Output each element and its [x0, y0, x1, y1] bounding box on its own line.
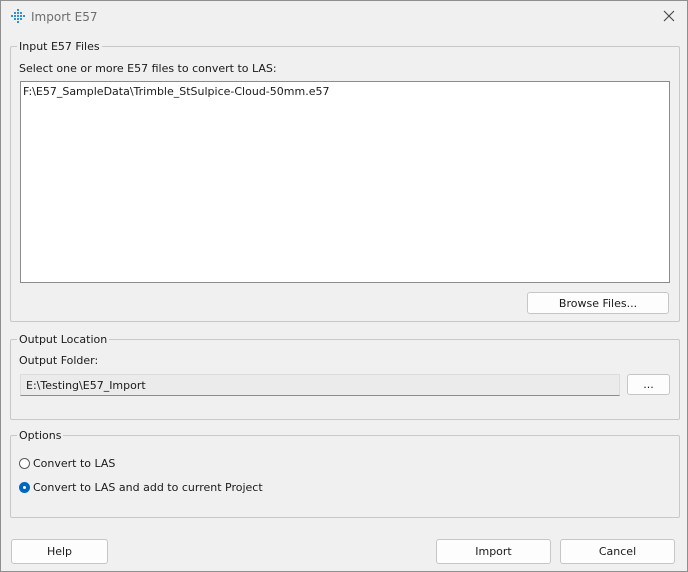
browse-folder-button[interactable]: ...	[627, 374, 670, 395]
input-files-instruction: Select one or more E57 files to convert …	[19, 62, 277, 75]
output-folder-label: Output Folder:	[19, 354, 99, 367]
cancel-button[interactable]: Cancel	[560, 539, 675, 564]
radio-convert-and-add[interactable]: Convert to LAS and add to current Projec…	[19, 481, 263, 494]
list-item[interactable]: F:\E57_SampleData\Trimble_StSulpice-Clou…	[23, 85, 329, 98]
close-icon	[663, 10, 675, 22]
close-button[interactable]	[657, 5, 681, 27]
options-legend: Options	[17, 429, 64, 442]
browse-files-button[interactable]: Browse Files...	[527, 292, 669, 314]
help-button[interactable]: Help	[11, 539, 108, 564]
radio-convert-add-label: Convert to LAS and add to current Projec…	[33, 481, 263, 494]
input-files-legend: Input E57 Files	[17, 40, 102, 53]
file-listbox[interactable]: F:\E57_SampleData\Trimble_StSulpice-Clou…	[20, 81, 670, 283]
output-folder-field[interactable]: E:\Testing\E57_Import	[20, 374, 620, 396]
title-bar: Import E57	[1, 1, 687, 32]
radio-button[interactable]	[19, 458, 30, 469]
import-e57-dialog: Import E57 Input E57 Files Select one or…	[0, 0, 688, 572]
output-location-group: Output Location Output Folder: E:\Testin…	[10, 333, 680, 420]
radio-convert-to-las[interactable]: Convert to LAS	[19, 457, 115, 470]
import-button[interactable]: Import	[436, 539, 551, 564]
window-title: Import E57	[31, 10, 98, 24]
e57-import-icon	[10, 8, 26, 24]
output-location-legend: Output Location	[17, 333, 110, 346]
radio-button-selected[interactable]	[19, 482, 30, 493]
radio-convert-label: Convert to LAS	[33, 457, 116, 470]
input-files-group: Input E57 Files Select one or more E57 f…	[10, 40, 680, 322]
options-group: Options Convert to LAS Convert to LAS an…	[10, 429, 680, 518]
